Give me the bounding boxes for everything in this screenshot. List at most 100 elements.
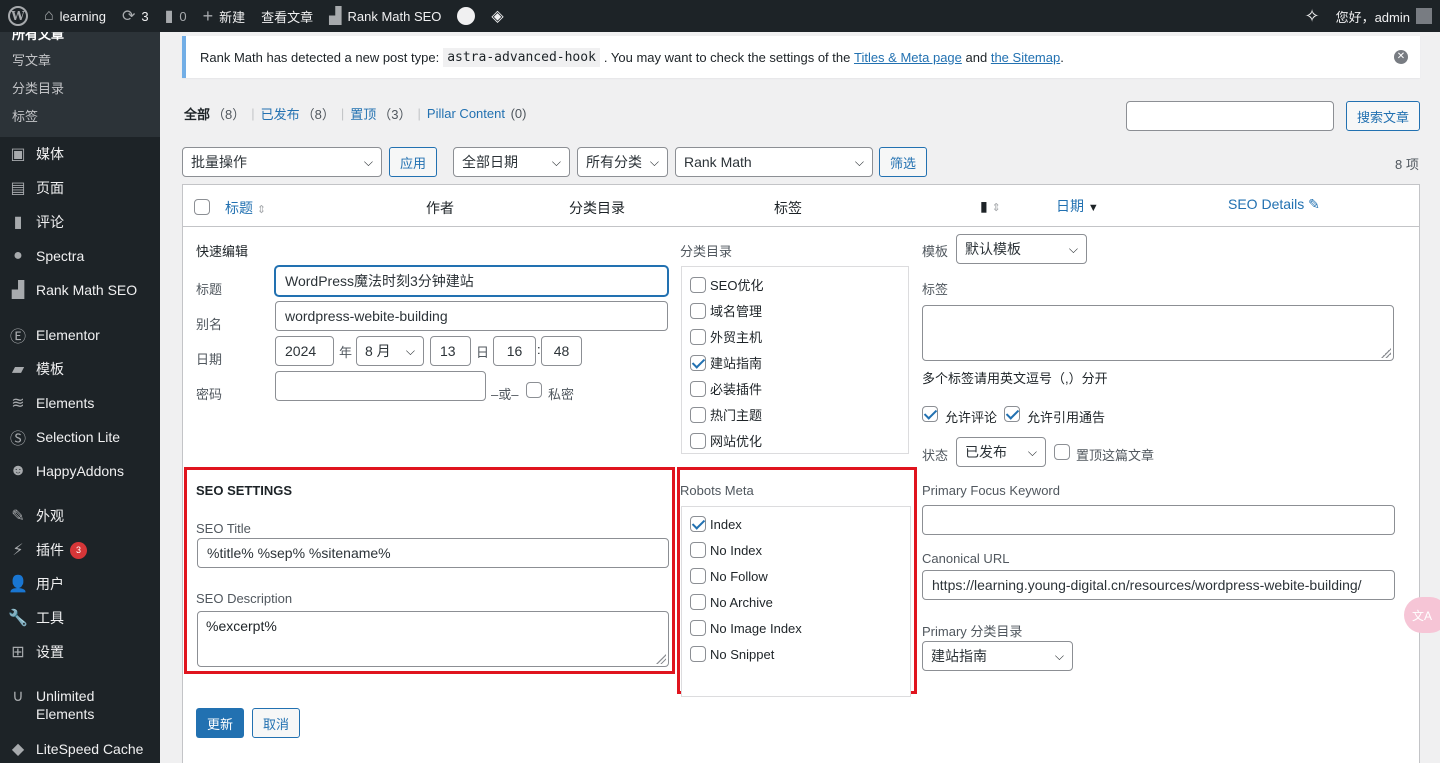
private-checkbox[interactable] bbox=[526, 382, 542, 398]
robots-checkbox[interactable] bbox=[690, 542, 706, 558]
category-checkbox[interactable] bbox=[690, 406, 706, 423]
robots-item[interactable]: No Index bbox=[690, 542, 762, 558]
menu-templates[interactable]: ▰ 模板 bbox=[0, 352, 160, 386]
primary-category-select[interactable]: 建站指南 ⌵ bbox=[922, 641, 1073, 671]
status-select[interactable]: 已发布 ⌵ bbox=[956, 437, 1046, 467]
search-posts-button[interactable]: 搜索文章 bbox=[1346, 101, 1420, 131]
menu-plugins[interactable]: ⚡ 插件 3 bbox=[0, 533, 160, 567]
menu-rank-math[interactable]: ▟ Rank Math SEO bbox=[0, 273, 160, 307]
menu-elements[interactable]: ≋ Elements bbox=[0, 386, 160, 420]
password-input[interactable] bbox=[275, 371, 486, 401]
month-select[interactable]: 8 月 ⌵ bbox=[356, 336, 424, 366]
column-title[interactable]: 标题 ⇕ bbox=[225, 198, 266, 218]
view-posts-link[interactable]: 查看文章 bbox=[253, 0, 321, 32]
wp-logo-menu[interactable]: W bbox=[0, 0, 36, 32]
category-filter-select[interactable]: 所有分类 ⌵ bbox=[577, 147, 668, 177]
day-input[interactable]: 13 bbox=[430, 336, 471, 366]
rankmath-filter-select[interactable]: Rank Math ⌵ bbox=[675, 147, 873, 177]
robots-checkbox[interactable] bbox=[690, 620, 706, 636]
submenu-all-posts[interactable]: 所有文章 bbox=[0, 32, 160, 46]
category-checkbox[interactable] bbox=[690, 354, 706, 371]
cancel-button[interactable]: 取消 bbox=[252, 708, 300, 738]
category-item[interactable]: 外贸主机 bbox=[690, 327, 762, 346]
menu-elementor[interactable]: Ⓔ Elementor bbox=[0, 318, 160, 352]
menu-spectra[interactable]: ● Spectra bbox=[0, 239, 160, 273]
menu-unlimited-elements[interactable]: ∪ Unlimited Elements bbox=[0, 680, 160, 732]
sticky-checkbox[interactable] bbox=[1054, 444, 1070, 460]
submenu-new-post[interactable]: 写文章 bbox=[0, 47, 160, 75]
menu-tools[interactable]: 🔧 工具 bbox=[0, 601, 160, 635]
menu-litespeed[interactable]: ◆ LiteSpeed Cache bbox=[0, 732, 160, 763]
slug-input[interactable]: wordpress-webite-building bbox=[275, 301, 668, 331]
category-checkbox[interactable] bbox=[690, 276, 706, 293]
select-all-checkbox[interactable] bbox=[194, 199, 210, 215]
robots-checkbox[interactable] bbox=[690, 594, 706, 610]
diamond-menu[interactable]: ◈ bbox=[483, 0, 511, 32]
submenu-tags[interactable]: 标签 bbox=[0, 103, 160, 131]
filter-button[interactable]: 筛选 bbox=[879, 147, 927, 177]
updates-menu[interactable]: ⟳ 3 bbox=[114, 0, 157, 32]
category-item[interactable]: 必装插件 bbox=[690, 379, 762, 398]
column-seo-details[interactable]: SEO Details ✎ bbox=[1228, 196, 1320, 213]
menu-selection-lite[interactable]: Ⓢ Selection Lite bbox=[0, 420, 160, 454]
menu-pages[interactable]: ▤ 页面 bbox=[0, 171, 160, 205]
hour-input[interactable]: 16 bbox=[493, 336, 536, 366]
my-account-menu[interactable]: 您好，admin bbox=[1328, 0, 1440, 32]
submenu-categories[interactable]: 分类目录 bbox=[0, 75, 160, 103]
template-select[interactable]: 默认模板 ⌵ bbox=[956, 234, 1087, 264]
resize-grip-icon[interactable] bbox=[656, 654, 666, 664]
category-item[interactable]: 域名管理 bbox=[690, 301, 762, 320]
menu-media[interactable]: ▣ 媒体 bbox=[0, 137, 160, 171]
view-sticky[interactable]: 置顶 bbox=[350, 104, 376, 123]
category-checkbox[interactable] bbox=[690, 302, 706, 319]
comments-menu[interactable]: ▮ 0 bbox=[157, 0, 195, 32]
allow-pings-checkbox[interactable] bbox=[1004, 406, 1020, 422]
seo-title-input[interactable]: %title% %sep% %sitename% bbox=[197, 538, 669, 568]
focus-keyword-input[interactable] bbox=[922, 505, 1395, 535]
robots-item[interactable]: No Follow bbox=[690, 568, 768, 584]
tags-textarea[interactable] bbox=[922, 305, 1394, 361]
category-item[interactable]: 网站优化 bbox=[690, 431, 762, 450]
category-checkbox[interactable] bbox=[690, 328, 706, 345]
menu-appearance[interactable]: ✎ 外观 bbox=[0, 499, 160, 533]
view-published[interactable]: 已发布 bbox=[261, 104, 300, 123]
category-item[interactable]: 建站指南 bbox=[690, 353, 762, 372]
menu-users[interactable]: 👤 用户 bbox=[0, 567, 160, 601]
site-name-menu[interactable]: ⌂ learning bbox=[36, 0, 114, 32]
minute-input[interactable]: 48 bbox=[541, 336, 582, 366]
robots-checkbox[interactable] bbox=[690, 568, 706, 584]
title-input[interactable]: WordPress魔法时刻3分钟建站 bbox=[275, 266, 668, 296]
view-all[interactable]: 全部 bbox=[184, 104, 210, 123]
category-item[interactable]: 热门主题 bbox=[690, 405, 762, 424]
robots-item[interactable]: No Archive bbox=[690, 594, 773, 610]
allow-comments-checkbox[interactable] bbox=[922, 406, 938, 422]
translate-bubble-icon[interactable]: 文A bbox=[1404, 597, 1440, 633]
new-content-menu[interactable]: + 新建 bbox=[195, 0, 254, 32]
category-checkbox[interactable] bbox=[690, 380, 706, 397]
menu-settings[interactable]: ⊞ 设置 bbox=[0, 635, 160, 669]
update-button[interactable]: 更新 bbox=[196, 708, 244, 738]
robots-item[interactable]: No Snippet bbox=[690, 646, 774, 662]
column-comments[interactable]: ▮ ⇕ bbox=[980, 198, 1001, 215]
dismiss-icon[interactable]: ✕ bbox=[1394, 50, 1408, 64]
robots-checkbox[interactable] bbox=[690, 646, 706, 662]
rank-math-menu[interactable]: ▟ Rank Math SEO bbox=[321, 0, 449, 32]
column-date[interactable]: 日期 ▼ bbox=[1056, 196, 1099, 216]
search-input[interactable] bbox=[1126, 101, 1334, 131]
menu-comments[interactable]: ▮ 评论 bbox=[0, 205, 160, 239]
resize-grip-icon[interactable] bbox=[1381, 348, 1391, 358]
bulk-actions-select[interactable]: 批量操作 ⌵ bbox=[182, 147, 382, 177]
apply-button[interactable]: 应用 bbox=[389, 147, 437, 177]
seo-description-textarea[interactable]: %excerpt% bbox=[197, 611, 669, 667]
canonical-url-input[interactable]: https://learning.young-digital.cn/resour… bbox=[922, 570, 1395, 600]
robots-checkbox[interactable] bbox=[690, 516, 706, 532]
category-checkbox[interactable] bbox=[690, 432, 706, 449]
spectra-menu[interactable] bbox=[449, 0, 483, 32]
titles-meta-link[interactable]: Titles & Meta page bbox=[854, 50, 962, 65]
year-input[interactable]: 2024 bbox=[275, 336, 334, 366]
view-pillar[interactable]: Pillar Content bbox=[427, 106, 505, 121]
category-item[interactable]: SEO优化 bbox=[690, 275, 763, 294]
sitemap-link[interactable]: the Sitemap bbox=[991, 50, 1060, 65]
robots-item[interactable]: No Image Index bbox=[690, 620, 802, 636]
robots-item[interactable]: Index bbox=[690, 516, 742, 532]
